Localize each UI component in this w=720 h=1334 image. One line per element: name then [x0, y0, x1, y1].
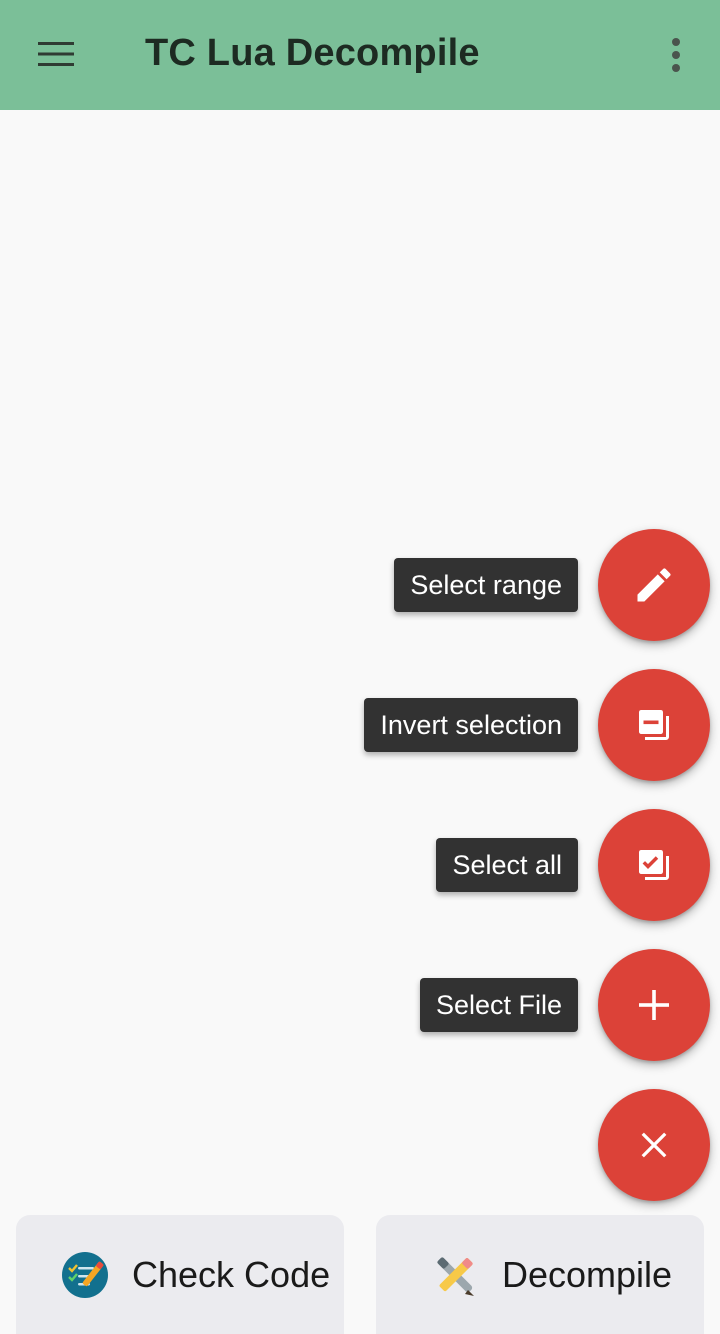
decompile-label: Decompile — [502, 1253, 673, 1295]
select-range-button[interactable] — [598, 529, 710, 641]
decompile-button[interactable]: Decompile — [376, 1215, 704, 1334]
pencil-icon — [637, 568, 671, 602]
more-vert-icon — [672, 38, 680, 72]
hamburger-menu-icon — [38, 42, 74, 66]
select-all-button[interactable] — [598, 809, 710, 921]
close-icon — [641, 1132, 667, 1158]
overflow-menu-button[interactable] — [652, 30, 700, 80]
check-code-label: Check Code — [132, 1253, 331, 1295]
invert-selection-icon — [639, 710, 669, 740]
invert-selection-button[interactable] — [598, 669, 710, 781]
app-title: TC Lua Decompile — [145, 32, 480, 74]
select-file-label[interactable]: Select File — [419, 978, 578, 1032]
invert-selection-label[interactable]: Invert selection — [364, 698, 578, 752]
menu-button[interactable] — [28, 30, 84, 78]
app-bar: TC Lua Decompile — [0, 0, 720, 110]
check-code-button[interactable]: Check Code — [16, 1215, 344, 1334]
plus-icon — [639, 990, 669, 1020]
select-all-icon — [639, 850, 669, 880]
close-fab-button[interactable] — [598, 1089, 710, 1201]
select-file-button[interactable] — [598, 949, 710, 1061]
tools-icon — [437, 1256, 474, 1296]
select-all-label[interactable]: Select all — [436, 838, 578, 892]
checklist-icon — [62, 1251, 108, 1298]
select-range-label[interactable]: Select range — [394, 558, 578, 612]
